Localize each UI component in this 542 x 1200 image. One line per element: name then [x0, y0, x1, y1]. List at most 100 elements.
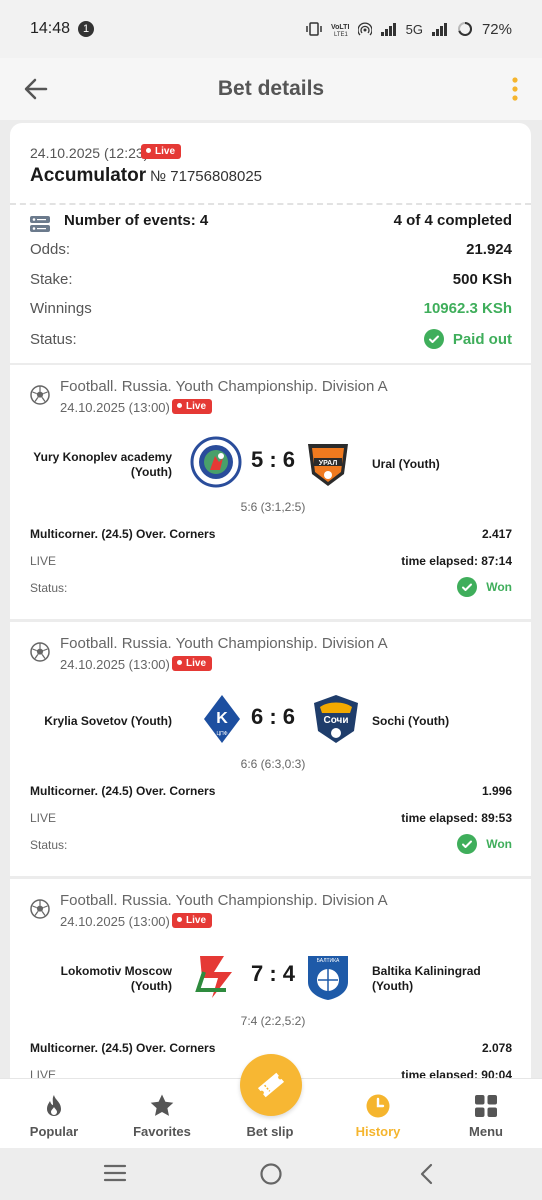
nav-label: Bet slip — [246, 1124, 294, 1139]
signal-icon-2 — [431, 23, 447, 36]
event-date: 24.10.2025 (13:00) — [60, 400, 170, 415]
status-badge: Paid out — [423, 329, 512, 349]
star-icon — [150, 1094, 174, 1116]
winnings-label: Winnings — [30, 300, 92, 317]
event-card[interactable]: Football. Russia. Youth Championship. Di… — [10, 879, 531, 1080]
nav-menu[interactable]: Menu — [432, 1079, 540, 1149]
event-odds: 1.996 — [481, 784, 512, 798]
battery-level: 72% — [481, 20, 512, 38]
notification-count: 1 — [78, 21, 95, 37]
event-status-badge: Won — [457, 834, 512, 854]
football-icon — [30, 385, 50, 405]
league-name: Football. Russia. Youth Championship. Di… — [60, 892, 388, 909]
ticket-icon — [257, 1072, 285, 1098]
signal-icon — [380, 23, 396, 36]
network-type: 5G — [405, 21, 423, 37]
event-card[interactable]: Football. Russia. Youth Championship. Di… — [10, 365, 531, 619]
vibrate-icon — [305, 22, 322, 36]
bet-number: № 71756808025 — [150, 168, 263, 185]
bet-type: Accumulator — [30, 165, 147, 186]
live-badge: Live — [141, 144, 182, 159]
score: 6 : 6 — [250, 704, 296, 729]
live-badge-label: Live — [186, 658, 207, 669]
home-team-logo: K ЦПФ — [204, 695, 240, 743]
status-row: Status: Paid out — [30, 329, 512, 349]
bet-slip-button[interactable] — [240, 1054, 302, 1116]
odds-row: Odds: 21.924 — [30, 241, 512, 258]
event-card[interactable]: Football. Russia. Youth Championship. Di… — [10, 622, 531, 876]
away-team: Ural (Youth) — [372, 457, 440, 471]
svg-text:LTE1: LTE1 — [334, 32, 349, 36]
score: 5 : 6 — [250, 447, 296, 472]
status-label: Status: — [30, 330, 77, 348]
nav-label: Favorites — [133, 1124, 191, 1139]
live-badge: Live — [172, 913, 213, 928]
svg-text:Сочи: Сочи — [323, 715, 348, 726]
system-navigation-bar — [0, 1148, 542, 1200]
back-arrow-icon[interactable] — [22, 75, 50, 103]
bet-details-content[interactable]: 24.10.2025 (12:23) Live Accumulator № 71… — [0, 120, 542, 1080]
svg-text:БАЛТИКА: БАЛТИКА — [317, 958, 340, 964]
odds-label: Odds: — [30, 241, 71, 258]
status-icons: VoLTELTE1 5G 72% — [305, 20, 512, 38]
time-elapsed: time elapsed: 89:53 — [401, 811, 512, 825]
away-team: Sochi (Youth) — [372, 714, 450, 728]
score-details: 6:6 (6:3,0:3) — [240, 757, 306, 771]
status-bar: 14:48 1 VoLTELTE1 5G 72% — [0, 0, 542, 58]
event-status-value: Won — [486, 837, 512, 851]
football-icon — [30, 642, 50, 662]
recent-apps-icon[interactable] — [103, 1163, 127, 1183]
live-badge: Live — [172, 399, 213, 414]
event-status-badge: Won — [457, 577, 512, 597]
away-team-logo: Сочи — [314, 695, 358, 743]
event-date: 24.10.2025 (13:00) — [60, 657, 170, 672]
odds-value: 21.924 — [466, 241, 512, 258]
time-elapsed: time elapsed: 87:14 — [401, 554, 512, 568]
battery-icon — [457, 21, 472, 36]
back-icon[interactable] — [418, 1162, 436, 1186]
flame-icon — [47, 1095, 61, 1116]
bet-market: Multicorner. (24.5) Over. Corners — [30, 784, 216, 798]
live-badge-label: Live — [155, 146, 176, 157]
volte-icon: VoLTELTE1 — [331, 24, 349, 36]
nav-history[interactable]: History — [324, 1079, 432, 1149]
home-team: Krylia Sovetov (Youth) — [44, 714, 172, 728]
league-name: Football. Russia. Youth Championship. Di… — [60, 635, 388, 652]
grid-icon — [475, 1095, 497, 1117]
away-team-logo: УРАЛ — [308, 444, 348, 486]
check-circle-icon — [457, 834, 478, 854]
away-team: Baltika Kaliningrad (Youth) — [372, 964, 481, 993]
events-row: Number of events: 4 4 of 4 completed — [30, 212, 512, 229]
event-status-label: Status: — [30, 581, 68, 595]
live-badge-label: Live — [186, 915, 207, 926]
nav-label: History — [355, 1124, 401, 1139]
svg-text:VoLTE: VoLTE — [331, 24, 349, 31]
clock-icon — [366, 1094, 390, 1118]
event-odds: 2.078 — [481, 1041, 512, 1055]
nav-label: Menu — [469, 1124, 503, 1139]
hotspot-icon — [357, 22, 372, 36]
event-status-label: Status: — [30, 838, 68, 852]
stake-label: Stake: — [30, 271, 73, 288]
more-options-icon[interactable] — [512, 77, 518, 101]
nav-label: Popular — [29, 1124, 79, 1139]
live-status: LIVE — [30, 811, 57, 825]
bet-market: Multicorner. (24.5) Over. Corners — [30, 1041, 216, 1055]
events-count: Number of events: 4 — [64, 212, 209, 229]
winnings-value: 10962.3 KSh — [423, 300, 512, 317]
nav-favorites[interactable]: Favorites — [108, 1079, 216, 1149]
score-details: 7:4 (2:2,5:2) — [240, 1014, 306, 1028]
page-title: Bet details — [217, 77, 325, 100]
svg-text:K: K — [216, 710, 228, 727]
nav-popular[interactable]: Popular — [0, 1079, 108, 1149]
bet-market: Multicorner. (24.5) Over. Corners — [30, 527, 216, 541]
divider — [10, 203, 531, 205]
bet-summary-card: 24.10.2025 (12:23) Live Accumulator № 71… — [10, 123, 531, 363]
svg-text:ЦПФ: ЦПФ — [216, 731, 227, 737]
event-status-value: Won — [486, 580, 512, 594]
svg-text:УРАЛ: УРАЛ — [319, 460, 338, 467]
stake-value: 500 KSh — [452, 271, 512, 288]
clock-time: 14:48 — [30, 20, 71, 37]
home-icon[interactable] — [259, 1162, 283, 1186]
home-team-logo — [190, 436, 242, 488]
